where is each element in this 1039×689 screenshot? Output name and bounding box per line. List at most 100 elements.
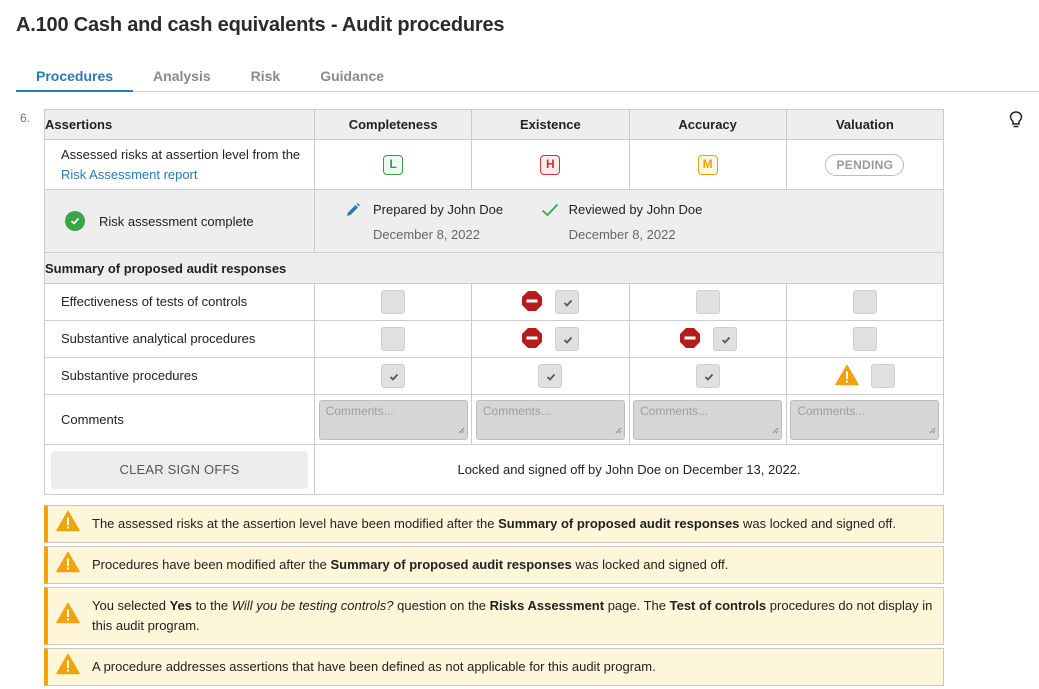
page-title: A.100 Cash and cash equivalents - Audit …: [16, 14, 505, 36]
check-icon[interactable]: [541, 202, 559, 221]
alert-emphasis: Summary of proposed audit responses: [330, 557, 572, 572]
signoff-footer-row: CLEAR SIGN OFFS Locked and signed off by…: [44, 444, 944, 495]
header-existence: Existence: [471, 109, 630, 140]
alert-message: Procedures have been modified after the …: [92, 557, 728, 572]
response-checkbox[interactable]: [538, 364, 563, 388]
checkmark-icon: [564, 299, 573, 307]
pencil-icon[interactable]: [345, 202, 361, 221]
tab-analysis[interactable]: Analysis: [133, 58, 231, 92]
response-cell-completeness: [313, 320, 473, 358]
alert-message: The assessed risks at the assertion leve…: [92, 516, 896, 531]
resize-handle-icon[interactable]: [615, 423, 622, 437]
alert-item: The assessed risks at the assertion leve…: [44, 505, 944, 543]
response-checkbox[interactable]: [852, 290, 877, 314]
assessed-risks-text: Assessed risks at assertion level from t…: [61, 146, 301, 162]
response-cell-accuracy: [628, 283, 787, 321]
risk-existence-cell: H: [471, 139, 630, 190]
response-checkbox[interactable]: [381, 327, 406, 351]
comment-textarea-valuation[interactable]: Comments...: [790, 399, 940, 440]
alerts-list: The assessed risks at the assertion leve…: [44, 505, 944, 689]
lightbulb-icon[interactable]: [1008, 110, 1024, 130]
comment-placeholder: Comments...: [640, 403, 709, 418]
reviewed-date: December 8, 2022: [568, 226, 676, 242]
prepared-signoff: Prepared by John Doe December 8, 2022: [345, 201, 537, 242]
stop-icon: [679, 327, 701, 352]
alert-item: Procedures have been modified after the …: [44, 546, 944, 584]
comment-cell: Comments...: [785, 394, 945, 445]
alert-text: was locked and signed off.: [571, 557, 729, 572]
warning-icon: [56, 551, 80, 579]
alert-emphasis: Test of controls: [669, 598, 767, 613]
comment-textarea-existence[interactable]: Comments...: [475, 399, 625, 440]
response-cell-accuracy: [628, 357, 787, 395]
comment-textarea-accuracy[interactable]: Comments...: [633, 399, 783, 440]
response-cell-existence: [471, 283, 630, 321]
stop-icon: [521, 290, 543, 315]
assessed-risks-label: Assessed risks at assertion level from t…: [44, 139, 315, 190]
risk-assessment-complete-label: Risk assessment complete: [99, 213, 254, 229]
alert-text: The assessed risks at the assertion leve…: [92, 516, 499, 531]
response-cell-existence: [471, 320, 630, 358]
response-label: Effectiveness of tests of controls: [44, 283, 315, 321]
response-checkbox[interactable]: [870, 364, 895, 388]
response-checkbox[interactable]: [712, 327, 737, 351]
warning-icon: [56, 510, 80, 538]
alert-text: A procedure addresses assertions that ha…: [92, 659, 656, 674]
step-number: 6.: [20, 111, 31, 125]
checkmark-icon: [721, 336, 730, 344]
response-cell-completeness: [313, 357, 473, 395]
header-accuracy: Accuracy: [628, 109, 787, 140]
risk-completeness-cell: L: [313, 139, 473, 190]
resize-handle-icon[interactable]: [929, 423, 936, 437]
risk-badge-medium: M: [697, 154, 718, 175]
response-row: Substantive analytical procedures: [44, 320, 945, 358]
tab-guidance[interactable]: Guidance: [300, 58, 404, 92]
assertions-table: Assertions Completeness Existence Accura…: [44, 109, 945, 495]
tab-risk[interactable]: Risk: [231, 58, 301, 92]
resize-handle-icon[interactable]: [772, 423, 779, 437]
comment-placeholder: Comments...: [325, 403, 394, 418]
tab-procedures[interactable]: Procedures: [16, 58, 134, 92]
response-cell-valuation: [785, 357, 945, 395]
reviewed-by-text: Reviewed by John Doe: [568, 201, 703, 217]
response-checkbox[interactable]: [555, 327, 580, 351]
risk-signoff-row: Risk assessment complete Prepared by Joh…: [44, 189, 944, 253]
response-checkbox[interactable]: [555, 290, 580, 314]
tab-bar: Procedures Analysis Risk Guidance: [16, 58, 1039, 92]
response-row: Substantive procedures: [44, 357, 945, 395]
response-checkbox[interactable]: [695, 290, 720, 314]
comment-placeholder: Comments...: [482, 403, 551, 418]
response-checkbox[interactable]: [695, 364, 720, 388]
locked-status-text: Locked and signed off by John Doe on Dec…: [314, 444, 944, 495]
summary-heading: Summary of proposed audit responses: [44, 252, 944, 284]
summary-heading-row: Summary of proposed audit responses: [44, 252, 944, 284]
header-assertions: Assertions: [44, 109, 315, 140]
comment-cell: Comments...: [471, 394, 630, 445]
risk-accuracy-cell: M: [628, 139, 787, 190]
clear-sign-offs-button[interactable]: CLEAR SIGN OFFS: [51, 450, 308, 489]
checkmark-icon: [704, 373, 713, 381]
alert-emphasis: Yes: [169, 598, 193, 613]
response-checkbox[interactable]: [381, 364, 406, 388]
response-checkbox[interactable]: [381, 290, 406, 314]
alert-text: was locked and signed off.: [739, 516, 896, 531]
response-checkbox[interactable]: [852, 327, 877, 351]
risk-badge-low: L: [383, 154, 404, 175]
header-valuation: Valuation: [785, 109, 945, 140]
clear-signoffs-cell: CLEAR SIGN OFFS: [44, 444, 315, 495]
assessed-risks-row: Assessed risks at assertion level from t…: [44, 139, 945, 190]
comments-label: Comments: [44, 394, 315, 445]
response-cell-accuracy: [628, 320, 787, 358]
resize-handle-icon[interactable]: [458, 423, 465, 437]
warning-icon: [56, 602, 80, 630]
alert-text: question on the: [393, 598, 490, 613]
comments-row: Comments Comments... Comments... Comment…: [44, 394, 945, 445]
risk-badge-high: H: [540, 154, 561, 175]
alert-emphasis: Summary of proposed audit responses: [498, 516, 740, 531]
checkmark-icon: [547, 373, 556, 381]
warning-icon: [835, 364, 859, 389]
comment-placeholder: Comments...: [797, 403, 866, 418]
comment-textarea-completeness[interactable]: Comments...: [318, 399, 468, 440]
risk-assessment-report-link[interactable]: Risk Assessment report: [61, 167, 198, 182]
alert-text: You selected: [92, 598, 170, 613]
